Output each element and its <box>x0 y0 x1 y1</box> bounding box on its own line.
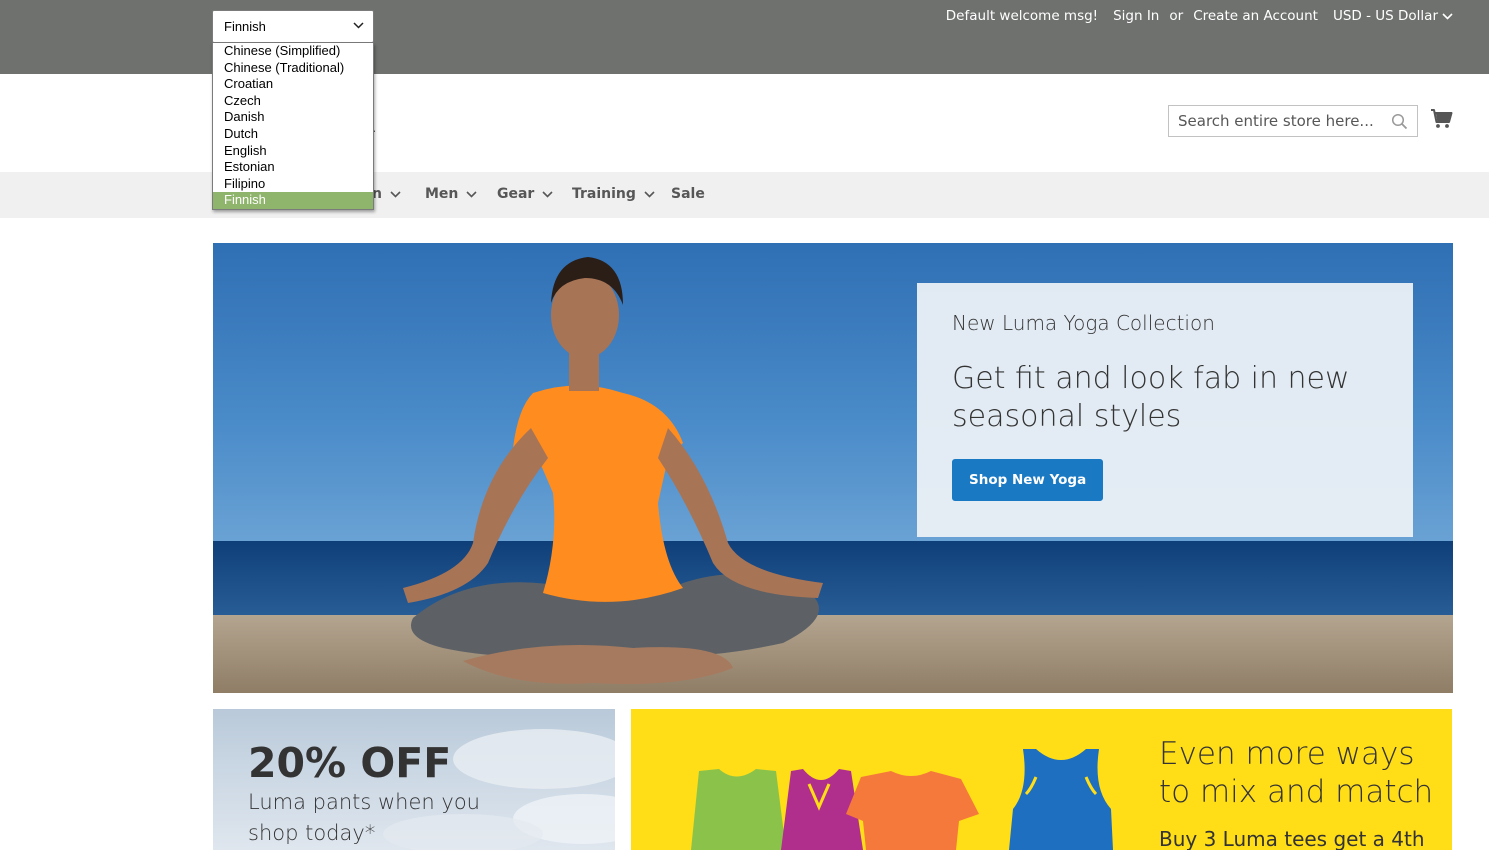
currency-label: USD - US Dollar <box>1332 8 1438 24</box>
language-option[interactable]: Chinese (Simplified) <box>213 43 373 60</box>
hero-kicker: New Luma Yoga Collection <box>952 311 1215 335</box>
header-links: Default welcome msg! Sign In or Create a… <box>946 8 1453 24</box>
nav-item-label: Training <box>572 186 636 202</box>
nav-item-training[interactable]: Training <box>572 186 655 202</box>
chevron-down-icon <box>466 190 477 198</box>
language-option[interactable]: Croatian <box>213 76 373 93</box>
hero-content: New Luma Yoga Collection Get fit and loo… <box>917 283 1413 537</box>
language-option[interactable]: Dutch <box>213 126 373 143</box>
language-options-list[interactable]: Chinese (Simplified) Chinese (Traditiona… <box>212 43 374 210</box>
chevron-down-icon <box>390 190 401 198</box>
language-select-value: Finnish <box>224 19 266 34</box>
shop-new-yoga-button[interactable]: Shop New Yoga <box>952 459 1104 501</box>
nav-item-gear[interactable]: Gear <box>497 186 553 202</box>
cart-icon[interactable] <box>1430 107 1454 131</box>
chevron-down-icon <box>353 22 364 29</box>
language-option[interactable]: Czech <box>213 93 373 110</box>
or-separator: or <box>1169 8 1184 24</box>
language-option[interactable]: English <box>213 143 373 160</box>
promo-pants-text: Luma pants when you shop today* <box>248 790 480 845</box>
sign-in-link[interactable]: Sign In <box>1113 8 1159 24</box>
nav-item-label: Gear <box>497 186 535 202</box>
nav-item-label: Sale <box>671 186 705 202</box>
welcome-message: Default welcome msg! <box>945 8 1099 24</box>
search-icon[interactable] <box>1391 113 1408 130</box>
language-select[interactable]: Finnish <box>212 10 374 43</box>
language-option[interactable]: Estonian <box>213 159 373 176</box>
nav-item-women[interactable]: n <box>372 186 401 202</box>
nav-item-label: Men <box>425 186 459 202</box>
nav-item-sale[interactable]: Sale <box>671 186 705 202</box>
chevron-down-icon <box>542 190 553 198</box>
promo-pants[interactable]: 20% OFF Luma pants when you shop today* <box>213 709 615 850</box>
hero-title: Get fit and look fab in new seasonal sty… <box>952 361 1350 434</box>
language-option-selected[interactable]: Finnish <box>213 192 373 209</box>
promo-tees-headline: Even more ways to mix and match <box>1159 736 1434 810</box>
chevron-down-icon <box>644 190 655 198</box>
language-option[interactable]: Danish <box>213 109 373 126</box>
create-account-link[interactable]: Create an Account <box>1193 8 1318 24</box>
hero-banner[interactable]: New Luma Yoga Collection Get fit and loo… <box>213 243 1453 693</box>
promo-tees[interactable]: Even more ways to mix and match Buy 3 Lu… <box>631 709 1452 850</box>
nav-item-men[interactable]: Men <box>425 186 477 202</box>
chevron-down-icon <box>1442 12 1453 20</box>
promo-tees-text: Buy 3 Luma tees get a 4th <box>1159 827 1425 850</box>
search-input[interactable] <box>1169 106 1384 136</box>
promo-pants-headline: 20% OFF <box>248 739 452 787</box>
language-option[interactable]: Chinese (Traditional) <box>213 60 373 77</box>
search-box <box>1168 105 1418 137</box>
language-option[interactable]: Filipino <box>213 176 373 193</box>
currency-switcher[interactable]: USD - US Dollar <box>1333 8 1453 24</box>
